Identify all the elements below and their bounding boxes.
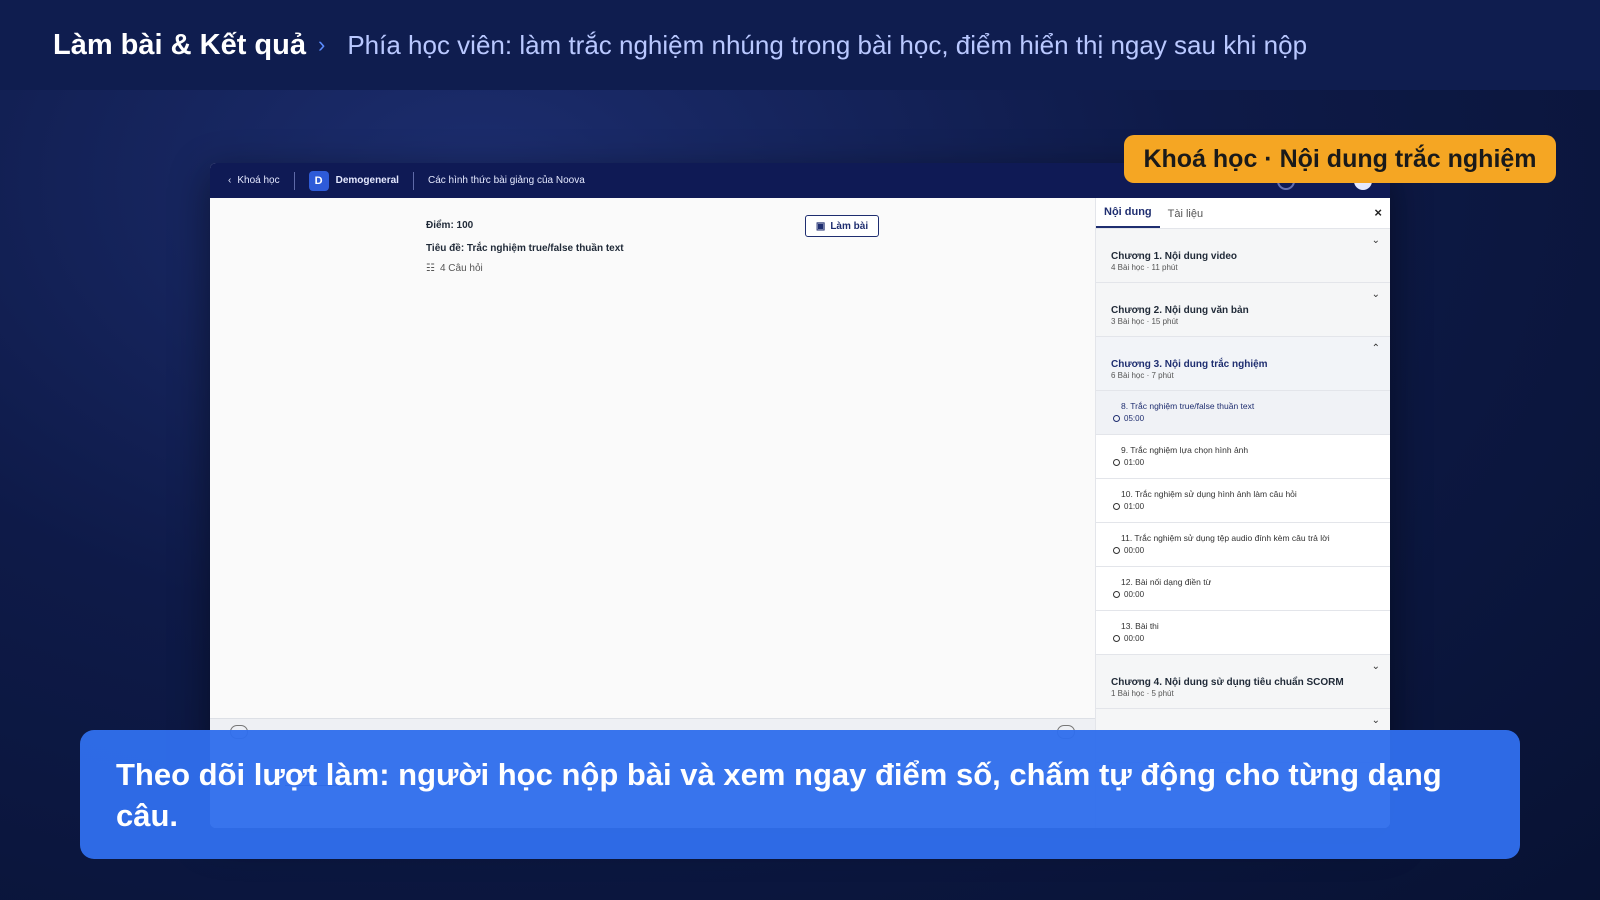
course-title: Các hình thức bài giảng của Noova bbox=[427, 175, 585, 186]
chapter-meta: 1 Bài học · 5 phút bbox=[1111, 689, 1174, 698]
caption-box: Theo dõi lượt làm: người học nộp bài và … bbox=[80, 730, 1520, 859]
chapter-title: Chương 3. Nội dung trắc nghiệm bbox=[1111, 359, 1268, 370]
lesson-duration: 01:00 bbox=[1124, 502, 1145, 511]
app-window: ‹ Khoá học D Demogeneral Các hình thức b… bbox=[210, 163, 1390, 828]
lesson-time: 00:00 bbox=[1113, 590, 1390, 599]
chapter-meta: 6 Bài học · 7 phút bbox=[1111, 371, 1174, 380]
lesson-title: 8. Trắc nghiệm true/false thuần text bbox=[1121, 401, 1255, 411]
clock-icon bbox=[1113, 591, 1120, 598]
lesson-item[interactable]: 12. Bài nối dạng điền từ 00:00 bbox=[1096, 567, 1390, 611]
chevron-down-icon: ⌄ bbox=[1371, 661, 1380, 672]
clock-icon bbox=[1113, 635, 1120, 642]
book-icon: ▣ bbox=[815, 220, 826, 232]
lesson-duration: 00:00 bbox=[1124, 546, 1145, 555]
lesson-duration: 01:00 bbox=[1124, 458, 1145, 467]
lesson-item[interactable]: 10. Trắc nghiệm sử dụng hình ảnh làm câu… bbox=[1096, 479, 1390, 523]
quiz-score: Điểm: 100 bbox=[426, 220, 474, 231]
lesson-title: 12. Bài nối dạng điền từ bbox=[1121, 577, 1212, 587]
lesson-time: 01:00 bbox=[1113, 502, 1390, 511]
divider bbox=[412, 171, 414, 190]
list-icon: ☷ bbox=[426, 263, 435, 274]
top-banner: Làm bài & Kết quả › Phía học viên: làm t… bbox=[0, 0, 1600, 90]
chapter-title: Chương 2. Nội dung văn bản bbox=[1111, 305, 1249, 316]
close-icon[interactable]: × bbox=[1374, 205, 1382, 220]
chevron-down-icon: ⌄ bbox=[1371, 715, 1380, 726]
chevron-left-icon: ‹ bbox=[228, 175, 232, 186]
quiz-title: Tiêu đề: Trắc nghiệm true/false thuần te… bbox=[426, 243, 624, 254]
divider bbox=[293, 171, 295, 190]
chapter-2[interactable]: Chương 2. Nội dung văn bản 3 Bài học · 1… bbox=[1096, 283, 1390, 337]
chevron-right-icon: › bbox=[318, 32, 326, 57]
lesson-item[interactable]: 9. Trắc nghiệm lựa chọn hình ảnh 01:00 bbox=[1096, 435, 1390, 479]
chapter-meta: 3 Bài học · 15 phút bbox=[1111, 317, 1179, 326]
chapter-title: Chương 1. Nội dung video bbox=[1111, 251, 1238, 262]
banner-title: Làm bài & Kết quả bbox=[53, 28, 306, 61]
lesson-item[interactable]: 13. Bài thi 00:00 bbox=[1096, 611, 1390, 655]
do-quiz-button[interactable]: ▣ Làm bài bbox=[805, 215, 879, 237]
lesson-duration: 05:00 bbox=[1124, 414, 1145, 423]
clock-icon bbox=[1113, 415, 1120, 422]
lesson-title: 10. Trắc nghiệm sử dụng hình ảnh làm câu… bbox=[1121, 489, 1297, 499]
clock-icon bbox=[1113, 459, 1120, 466]
lesson-title: 11. Trắc nghiệm sử dụng tệp audio đính k… bbox=[1121, 533, 1330, 543]
chevron-up-icon: ⌃ bbox=[1371, 343, 1380, 354]
brand: D Demogeneral bbox=[308, 170, 399, 191]
chapter-title: Chương 4. Nội dung sử dụng tiêu chuẩn SC… bbox=[1111, 677, 1344, 688]
lesson-time: 00:00 bbox=[1113, 546, 1390, 555]
back-link[interactable]: ‹ Khoá học bbox=[228, 175, 280, 186]
chapter-3[interactable]: Chương 3. Nội dung trắc nghiệm 6 Bài học… bbox=[1096, 337, 1390, 391]
section-tag: Khoá học · Nội dung trắc nghiệm bbox=[1124, 135, 1556, 183]
lesson-time: 00:00 bbox=[1113, 634, 1390, 643]
chapter-meta: 4 Bài học · 11 phút bbox=[1111, 263, 1178, 272]
clock-icon bbox=[1113, 547, 1120, 554]
tab-content[interactable]: Nội dung bbox=[1096, 206, 1160, 228]
lesson-title: 13. Bài thi bbox=[1121, 621, 1159, 631]
sidebar-tabs: Nội dung Tài liệu × bbox=[1096, 198, 1390, 229]
chapter-1[interactable]: Chương 1. Nội dung video 4 Bài học · 11 … bbox=[1096, 229, 1390, 283]
clock-icon bbox=[1113, 503, 1120, 510]
chevron-down-icon: ⌄ bbox=[1371, 289, 1380, 300]
question-count-label: 4 Câu hỏi bbox=[439, 263, 483, 274]
lesson-item[interactable]: 8. Trắc nghiệm true/false thuần text 05:… bbox=[1096, 391, 1390, 435]
brand-name: Demogeneral bbox=[335, 175, 399, 186]
lesson-duration: 00:00 bbox=[1124, 590, 1145, 599]
tab-documents[interactable]: Tài liệu bbox=[1160, 208, 1211, 228]
chevron-down-icon: ⌄ bbox=[1371, 235, 1380, 246]
brand-logo: D bbox=[308, 170, 329, 191]
do-quiz-label: Làm bài bbox=[830, 220, 869, 232]
back-label: Khoá học bbox=[237, 175, 280, 186]
lesson-time: 01:00 bbox=[1113, 458, 1390, 467]
lesson-item[interactable]: 11. Trắc nghiệm sử dụng tệp audio đính k… bbox=[1096, 523, 1390, 567]
lesson-title: 9. Trắc nghiệm lựa chọn hình ảnh bbox=[1121, 445, 1249, 455]
banner-subtitle: Phía học viên: làm trắc nghiệm nhúng tro… bbox=[347, 29, 1308, 60]
chapter-4[interactable]: Chương 4. Nội dung sử dụng tiêu chuẩn SC… bbox=[1096, 655, 1390, 709]
question-count: ☷ 4 Câu hỏi bbox=[426, 263, 483, 274]
lesson-time: 05:00 bbox=[1113, 414, 1390, 423]
lesson-duration: 00:00 bbox=[1124, 634, 1145, 643]
